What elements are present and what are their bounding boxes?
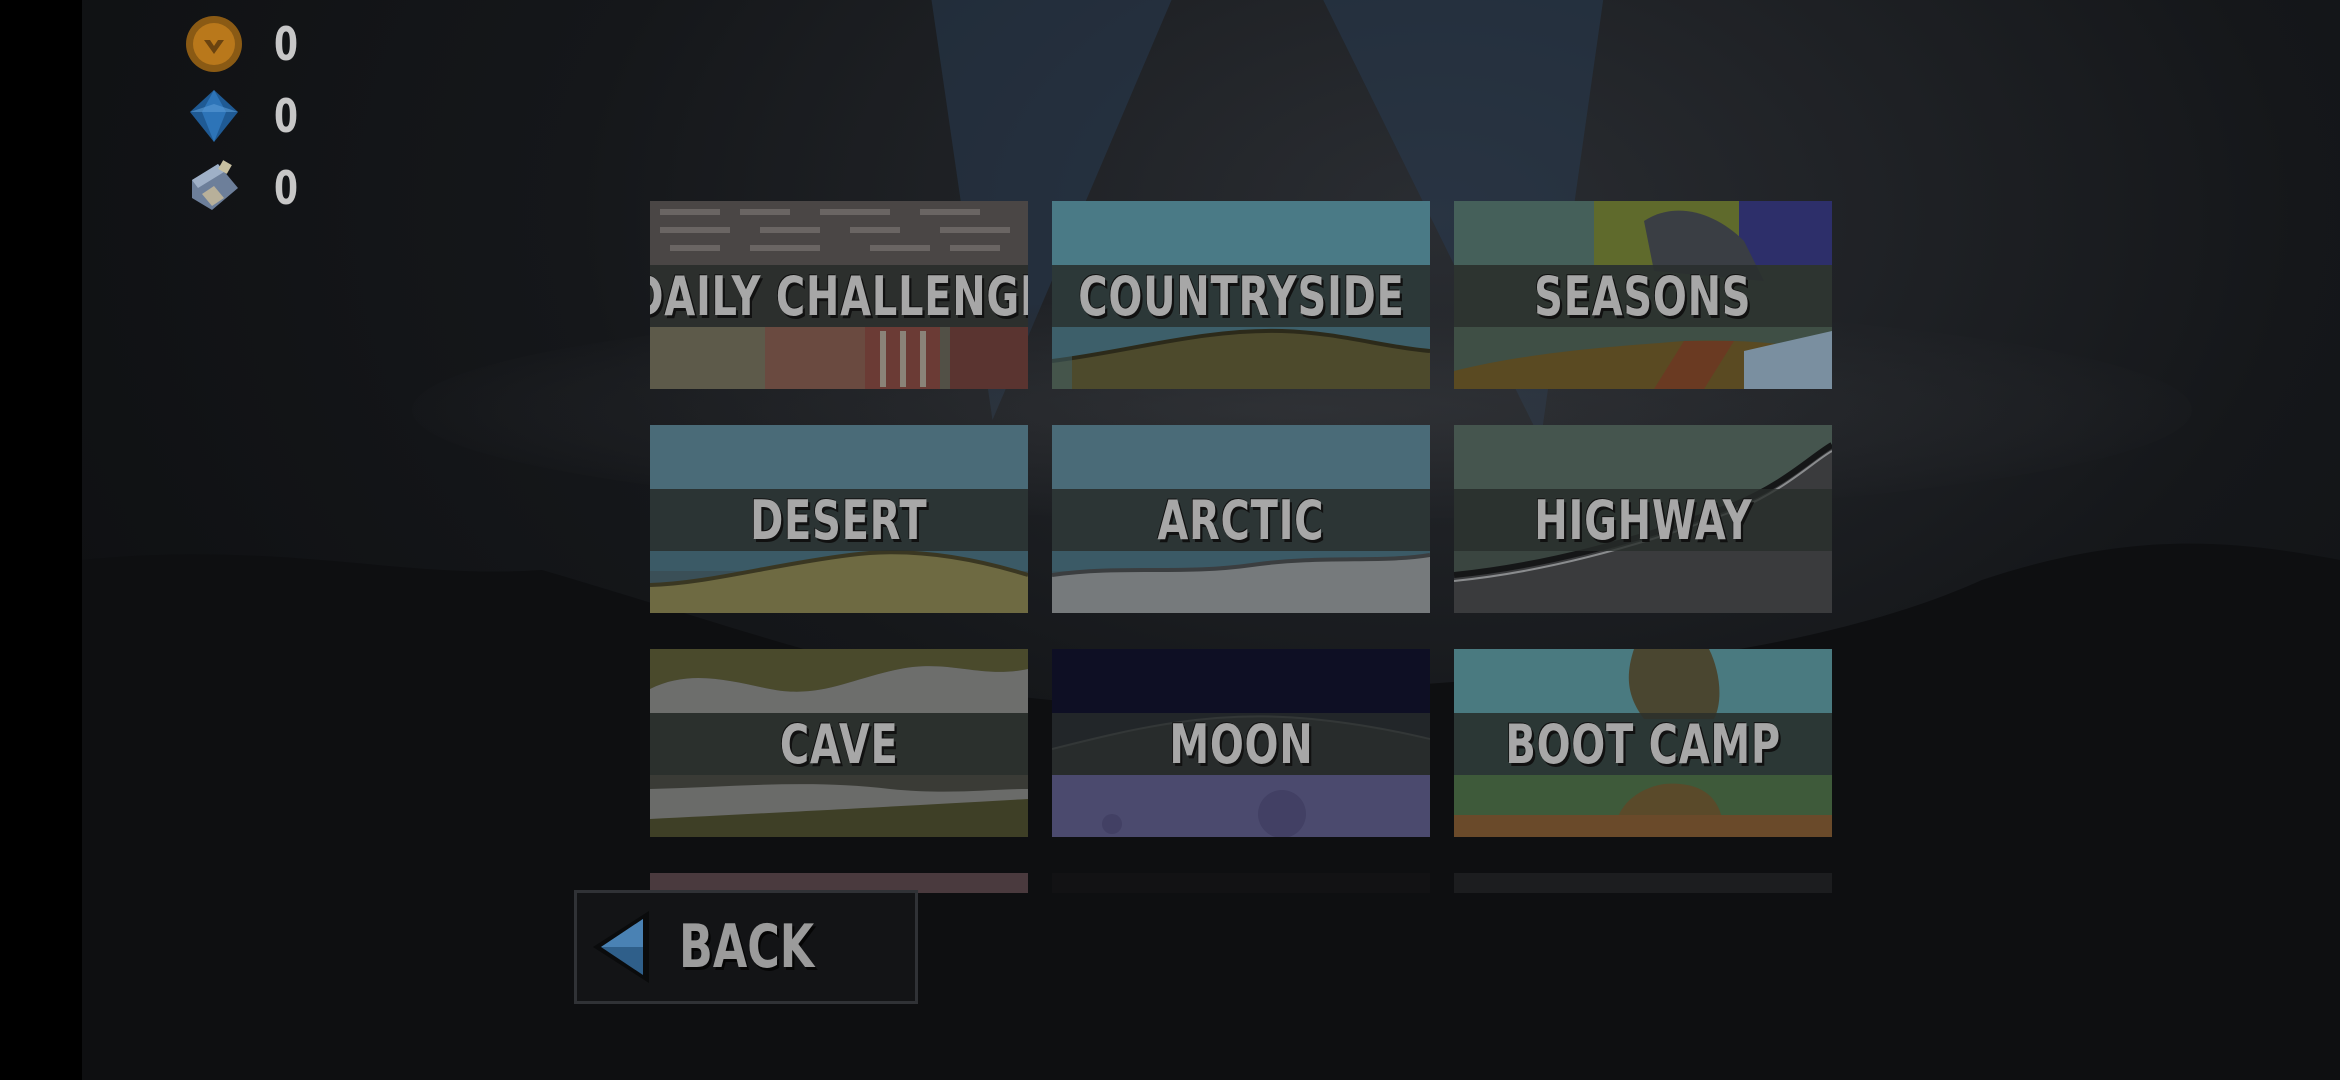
game-screen: 0 0 0 DAILY CHALLENGE COUNTRYSIDE SEASON… (0, 0, 2340, 1080)
level-tile-desert[interactable]: DESERT (650, 425, 1028, 613)
level-label: SEASONS (1534, 264, 1752, 328)
level-label: HIGHWAY (1533, 488, 1753, 552)
fuel-counter: 0 (184, 152, 308, 224)
back-arrow-icon (593, 911, 649, 983)
level-tile-boot-camp[interactable]: BOOT CAMP (1454, 649, 1832, 837)
level-tile-daily-challenge[interactable]: DAILY CHALLENGE (650, 201, 1028, 389)
level-label: ARCTIC (1157, 488, 1325, 552)
level-label: COUNTRYSIDE (1077, 264, 1405, 328)
level-label: BOOT CAMP (1505, 712, 1781, 776)
level-tile-highway[interactable]: HIGHWAY (1454, 425, 1832, 613)
level-label: DESERT (750, 488, 928, 552)
level-label: CAVE (779, 712, 899, 776)
level-tile-partial[interactable] (1454, 873, 1832, 893)
back-button[interactable]: BACK (574, 890, 918, 1004)
fuel-can-icon (184, 158, 244, 218)
level-tile-partial[interactable] (1052, 873, 1430, 893)
fuel-count: 0 (274, 161, 300, 215)
level-tile-countryside[interactable]: COUNTRYSIDE (1052, 201, 1430, 389)
diamond-icon (184, 86, 244, 146)
level-tile-cave[interactable]: CAVE (650, 649, 1028, 837)
diamond-counter: 0 (184, 80, 308, 152)
currency-panel: 0 0 0 (184, 8, 308, 224)
level-label: MOON (1168, 712, 1314, 776)
level-tile-moon[interactable]: MOON (1052, 649, 1430, 837)
back-label: BACK (679, 912, 815, 982)
coin-count: 0 (274, 17, 300, 71)
level-tile-arctic[interactable]: ARCTIC (1052, 425, 1430, 613)
diamond-count: 0 (274, 89, 300, 143)
level-label: DAILY CHALLENGE (650, 264, 1028, 328)
level-tile-seasons[interactable]: SEASONS (1454, 201, 1832, 389)
coin-icon (184, 14, 244, 74)
coin-counter: 0 (184, 8, 308, 80)
